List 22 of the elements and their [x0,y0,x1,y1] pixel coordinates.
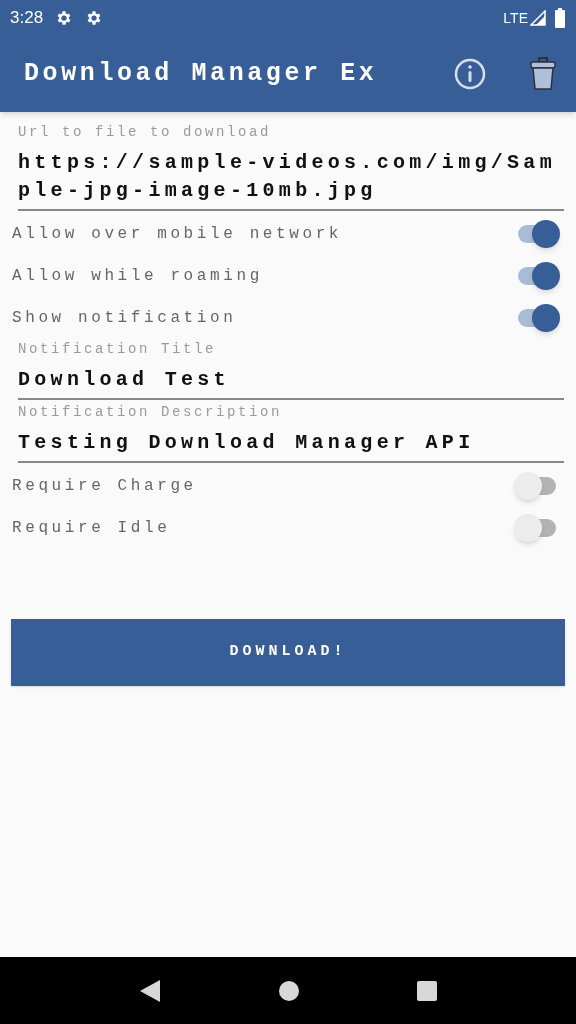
info-icon[interactable] [454,58,486,90]
text-field[interactable]: Download Test [18,360,564,400]
download-button[interactable]: DOWNLOAD! [11,619,565,686]
clock: 3:28 [10,7,44,30]
back-icon[interactable] [138,978,161,1003]
trash-icon[interactable] [530,57,556,91]
app-title: Download Manager Ex [24,58,379,91]
signal-icon [530,10,546,26]
field-label: Url to file to download [18,123,273,142]
home-icon[interactable] [278,979,300,1002]
recents-icon[interactable] [417,980,438,1001]
switch-label: Require Charge [12,476,197,497]
network-type: LTE [503,8,528,28]
switch-label: Require Idle [12,518,171,539]
field-label: Notification Title [18,340,218,359]
switch-label: Show notification [12,308,237,329]
field-label: Notification Description [18,403,284,422]
text-field[interactable]: Testing Download Manager API [18,423,564,463]
switch-label: Allow while roaming [12,266,263,287]
battery-icon [554,8,566,28]
text-field[interactable]: https://sample-videos.com/img/Sample-jpg-image-10mb.jpg [18,143,564,211]
switch-label: Allow over mobile network [12,224,343,245]
